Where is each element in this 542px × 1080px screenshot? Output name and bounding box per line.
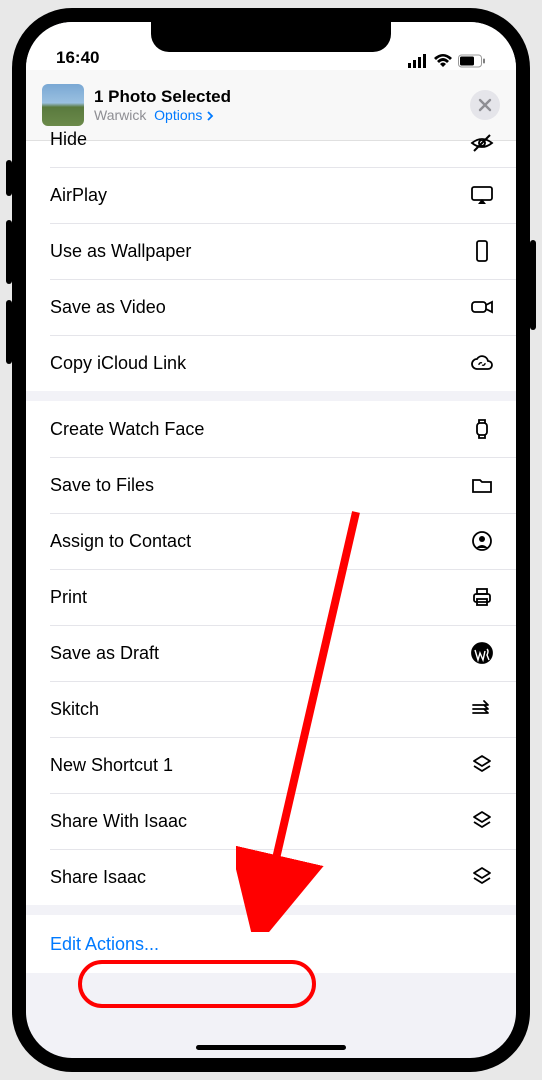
video-camera-icon [468,293,496,321]
photo-thumbnail[interactable] [42,84,84,126]
action-label: Skitch [50,699,99,720]
close-button[interactable] [470,90,500,120]
folder-icon [468,471,496,499]
action-save-to-files[interactable]: Save to Files [26,457,516,513]
action-label: Share With Isaac [50,811,187,832]
action-print[interactable]: Print [26,569,516,625]
contact-circle-icon [468,527,496,555]
action-copy-icloud-link[interactable]: Copy iCloud Link [26,335,516,391]
action-label: Save to Files [50,475,154,496]
watch-icon [468,415,496,443]
action-label: Hide [50,129,87,150]
action-share-with-isaac[interactable]: Share With Isaac [26,793,516,849]
action-label: AirPlay [50,185,107,206]
options-link[interactable]: Options [154,107,214,123]
action-label: New Shortcut 1 [50,755,173,776]
action-create-watch-face[interactable]: Create Watch Face [26,401,516,457]
wifi-icon [434,54,452,68]
shortcuts-icon [468,863,496,891]
edit-actions-label: Edit Actions... [50,934,159,955]
action-airplay[interactable]: AirPlay [26,167,516,223]
action-label: Save as Video [50,297,166,318]
shortcuts-icon [468,807,496,835]
share-sheet-header: 1 Photo Selected Warwick Options [26,70,516,141]
action-label: Print [50,587,87,608]
action-assign-to-contact[interactable]: Assign to Contact [26,513,516,569]
sheet-title: 1 Photo Selected [94,87,231,107]
airplay-icon [468,181,496,209]
actions-section-1: Hide AirPlay Use as Wallpaper [26,141,516,391]
location-label: Warwick [94,107,146,123]
phone-outline-icon [468,237,496,265]
phone-frame: 16:40 1 Photo Selected [12,8,530,1072]
action-label: Assign to Contact [50,531,191,552]
skitch-arrows-icon [468,695,496,723]
shortcuts-icon [468,751,496,779]
actions-section-2: Create Watch Face Save to Files Assign t… [26,401,516,905]
wordpress-icon [468,639,496,667]
cellular-signal-icon [408,54,428,68]
status-time: 16:40 [56,48,99,68]
action-label: Share Isaac [50,867,146,888]
action-share-isaac[interactable]: Share Isaac [26,849,516,905]
screen: 16:40 1 Photo Selected [26,22,516,1058]
action-label: Copy iCloud Link [50,353,186,374]
action-new-shortcut-1[interactable]: New Shortcut 1 [26,737,516,793]
home-indicator[interactable] [196,1045,346,1050]
printer-icon [468,583,496,611]
action-save-as-draft[interactable]: Save as Draft [26,625,516,681]
action-label: Create Watch Face [50,419,204,440]
eye-slash-icon [468,129,496,157]
notch [151,22,391,52]
battery-icon [458,54,486,68]
action-wallpaper[interactable]: Use as Wallpaper [26,223,516,279]
edit-actions-button[interactable]: Edit Actions... [26,915,516,973]
action-label: Save as Draft [50,643,159,664]
action-hide[interactable]: Hide [26,141,516,167]
cloud-link-icon [468,349,496,377]
action-label: Use as Wallpaper [50,241,191,262]
action-skitch[interactable]: Skitch [26,681,516,737]
action-save-video[interactable]: Save as Video [26,279,516,335]
